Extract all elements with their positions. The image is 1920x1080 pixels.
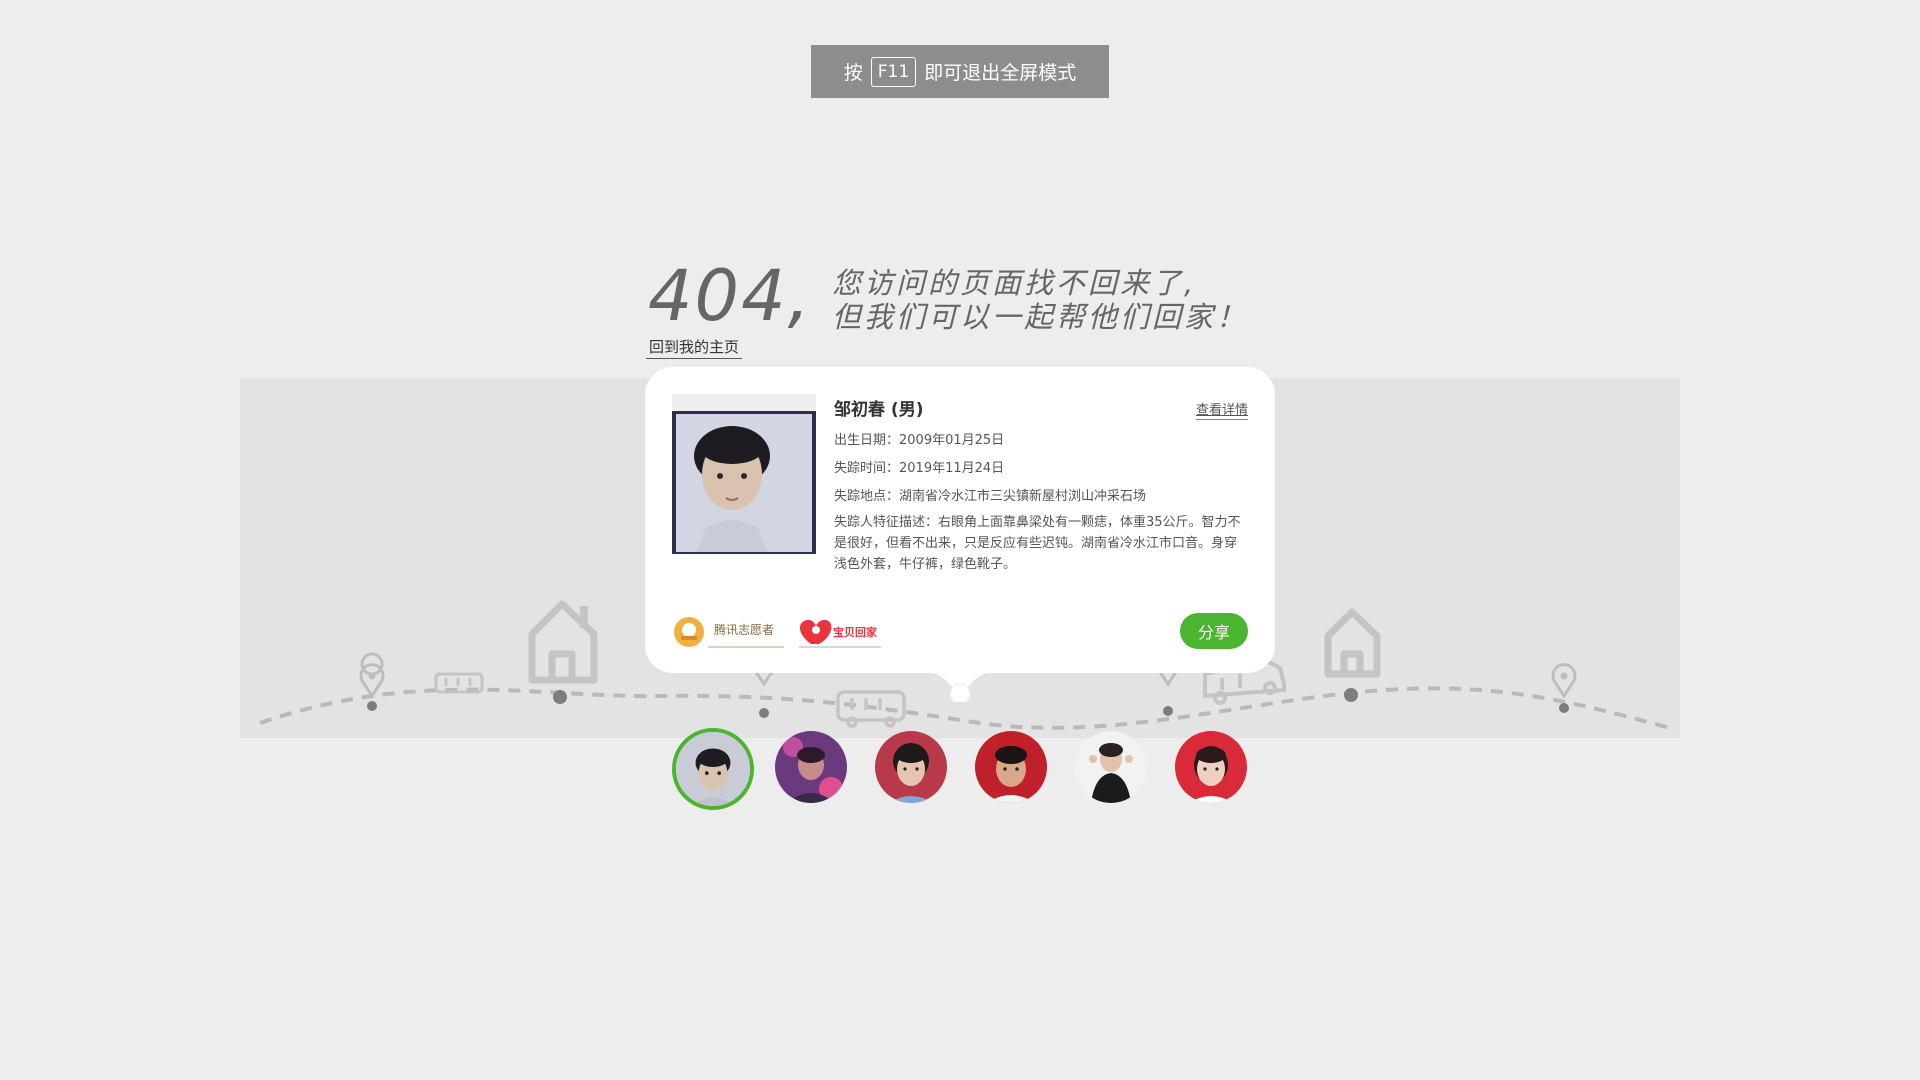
home-link[interactable]: 回到我的主页 bbox=[646, 336, 743, 359]
tencent-logo-text: 腾讯志愿者 bbox=[714, 622, 774, 637]
avatar-carousel bbox=[672, 728, 1272, 810]
missing-time-value: 2019年11月24日 bbox=[899, 461, 1005, 476]
person-name: 邹初春 (男) bbox=[834, 400, 924, 420]
missing-time-label: 失踪时间： bbox=[834, 461, 900, 476]
birth-date-value: 2009年01月25日 bbox=[899, 433, 1005, 448]
avatar-2[interactable] bbox=[775, 731, 847, 803]
birth-date: 出生日期：2009年01月25日 bbox=[834, 432, 1004, 450]
view-details-link[interactable]: 查看详情 bbox=[1195, 399, 1248, 420]
error-message: 您访问的页面找不回来了, 但我们可以一起帮他们回家！ bbox=[832, 266, 1248, 334]
features-description: 失踪人特征描述：右眼角上面靠鼻梁处有一颗痣，体重35公斤。智力不是很好，但看不出… bbox=[834, 512, 1246, 575]
avatar-5[interactable] bbox=[1075, 731, 1147, 803]
person-photo bbox=[672, 394, 816, 554]
missing-time: 失踪时间：2019年11月24日 bbox=[834, 460, 1004, 478]
birth-date-label: 出生日期： bbox=[834, 433, 900, 448]
avatar-3[interactable] bbox=[875, 731, 947, 803]
share-button[interactable]: 分享 bbox=[1180, 613, 1248, 649]
f11-key: F11 bbox=[870, 56, 917, 87]
error-message-line-2: 但我们可以一起帮他们回家！ bbox=[832, 300, 1249, 334]
fullscreen-hint: 按 F11 即可退出全屏模式 bbox=[811, 45, 1109, 98]
features-label: 失踪人特征描述： bbox=[834, 515, 939, 530]
avatar-4[interactable] bbox=[975, 731, 1047, 803]
error-message-line-1: 您访问的页面找不回来了, bbox=[832, 266, 1197, 300]
baobei-huijia-logo: 宝贝回家 bbox=[799, 619, 881, 648]
missing-place: 失踪地点：湖南省冷水江市三尖镇新屋村浏山冲采石场 bbox=[834, 488, 1146, 506]
fullscreen-hint-prefix: 按 bbox=[843, 62, 863, 84]
card-pointer bbox=[930, 672, 990, 702]
avatar-1[interactable] bbox=[672, 728, 754, 810]
fullscreen-hint-suffix: 即可退出全屏模式 bbox=[924, 62, 1077, 84]
avatar-6[interactable] bbox=[1175, 731, 1247, 803]
error-code: 404, bbox=[648, 255, 812, 337]
baobei-logo-text: 宝贝回家 bbox=[833, 625, 878, 639]
tencent-volunteer-logo: 腾讯志愿者 bbox=[674, 617, 784, 648]
missing-place-value: 湖南省冷水江市三尖镇新屋村浏山冲采石场 bbox=[899, 489, 1147, 504]
missing-person-card: 邹初春 (男) 查看详情 出生日期：2009年01月25日 失踪时间：2019年… bbox=[645, 367, 1275, 673]
page: 按 F11 即可退出全屏模式 404, 您访问的页面找不回来了, 但我们可以一起… bbox=[0, 0, 1920, 1080]
missing-place-label: 失踪地点： bbox=[834, 489, 900, 504]
